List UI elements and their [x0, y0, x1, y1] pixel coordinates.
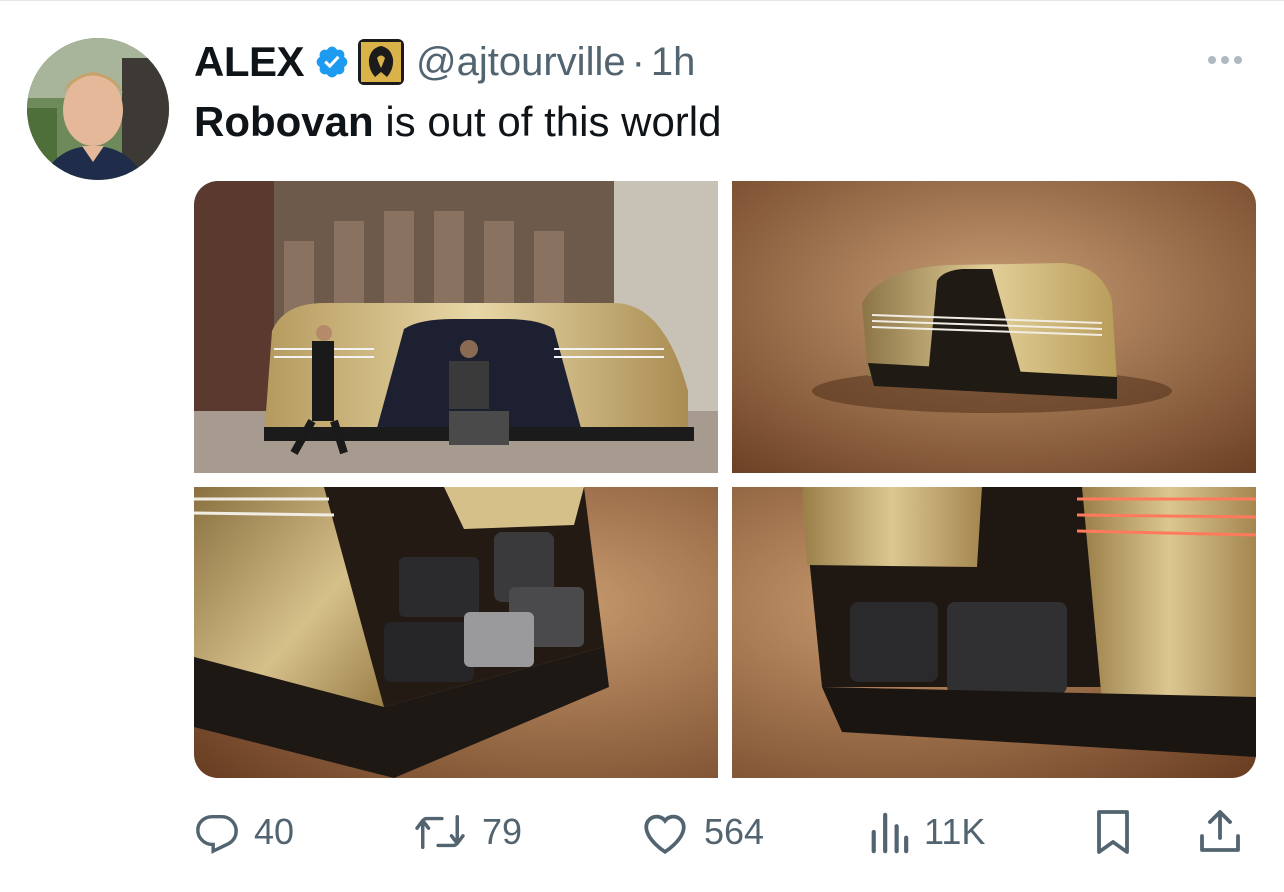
media-image-2[interactable] [732, 181, 1256, 473]
bookmark-icon [1097, 810, 1129, 854]
speech-bubble-icon [196, 814, 238, 854]
more-dots-icon[interactable] [1208, 50, 1252, 70]
reply-button[interactable]: 40 [194, 804, 294, 860]
action-bar: 40 79 564 11K [194, 804, 1256, 860]
bar-chart-icon [871, 812, 909, 854]
repost-button[interactable]: 79 [412, 804, 522, 860]
more-dot [1221, 56, 1229, 64]
like-button[interactable]: 564 [640, 804, 764, 860]
views-count: 11K [924, 811, 986, 852]
separator-dot: · [631, 39, 645, 84]
more-dot [1208, 56, 1216, 64]
more-dot [1234, 56, 1242, 64]
views-button[interactable]: 11K [868, 804, 985, 860]
repost-arrows-icon [415, 814, 465, 850]
tweet-timestamp[interactable]: 1h [651, 40, 696, 85]
tweet-text-rest: is out of this world [373, 98, 722, 145]
verified-badge-icon[interactable] [314, 44, 350, 80]
tweet-text: Robovan is out of this world [194, 98, 721, 146]
media-image-1[interactable] [194, 181, 718, 473]
share-upload-icon [1200, 810, 1240, 852]
avatar-photo [27, 38, 169, 180]
affiliate-badge-icon[interactable] [358, 39, 405, 85]
author-handle[interactable]: @ajtourville [416, 40, 626, 85]
share-button[interactable] [1198, 804, 1242, 860]
tweet-header: ALEX @ajtourville · 1h [194, 36, 695, 88]
reply-count: 40 [254, 811, 295, 852]
media-grid [194, 181, 1256, 778]
top-divider [0, 0, 1284, 1]
tweet-text-bold: Robovan [194, 98, 374, 145]
bookmark-button[interactable] [1092, 804, 1134, 860]
repost-count: 79 [482, 811, 523, 852]
author-name[interactable]: ALEX [194, 38, 305, 86]
media-image-4[interactable] [732, 487, 1256, 778]
media-image-3[interactable] [194, 487, 718, 778]
like-count: 564 [704, 811, 765, 852]
author-avatar[interactable] [27, 38, 169, 180]
heart-icon [644, 814, 686, 855]
